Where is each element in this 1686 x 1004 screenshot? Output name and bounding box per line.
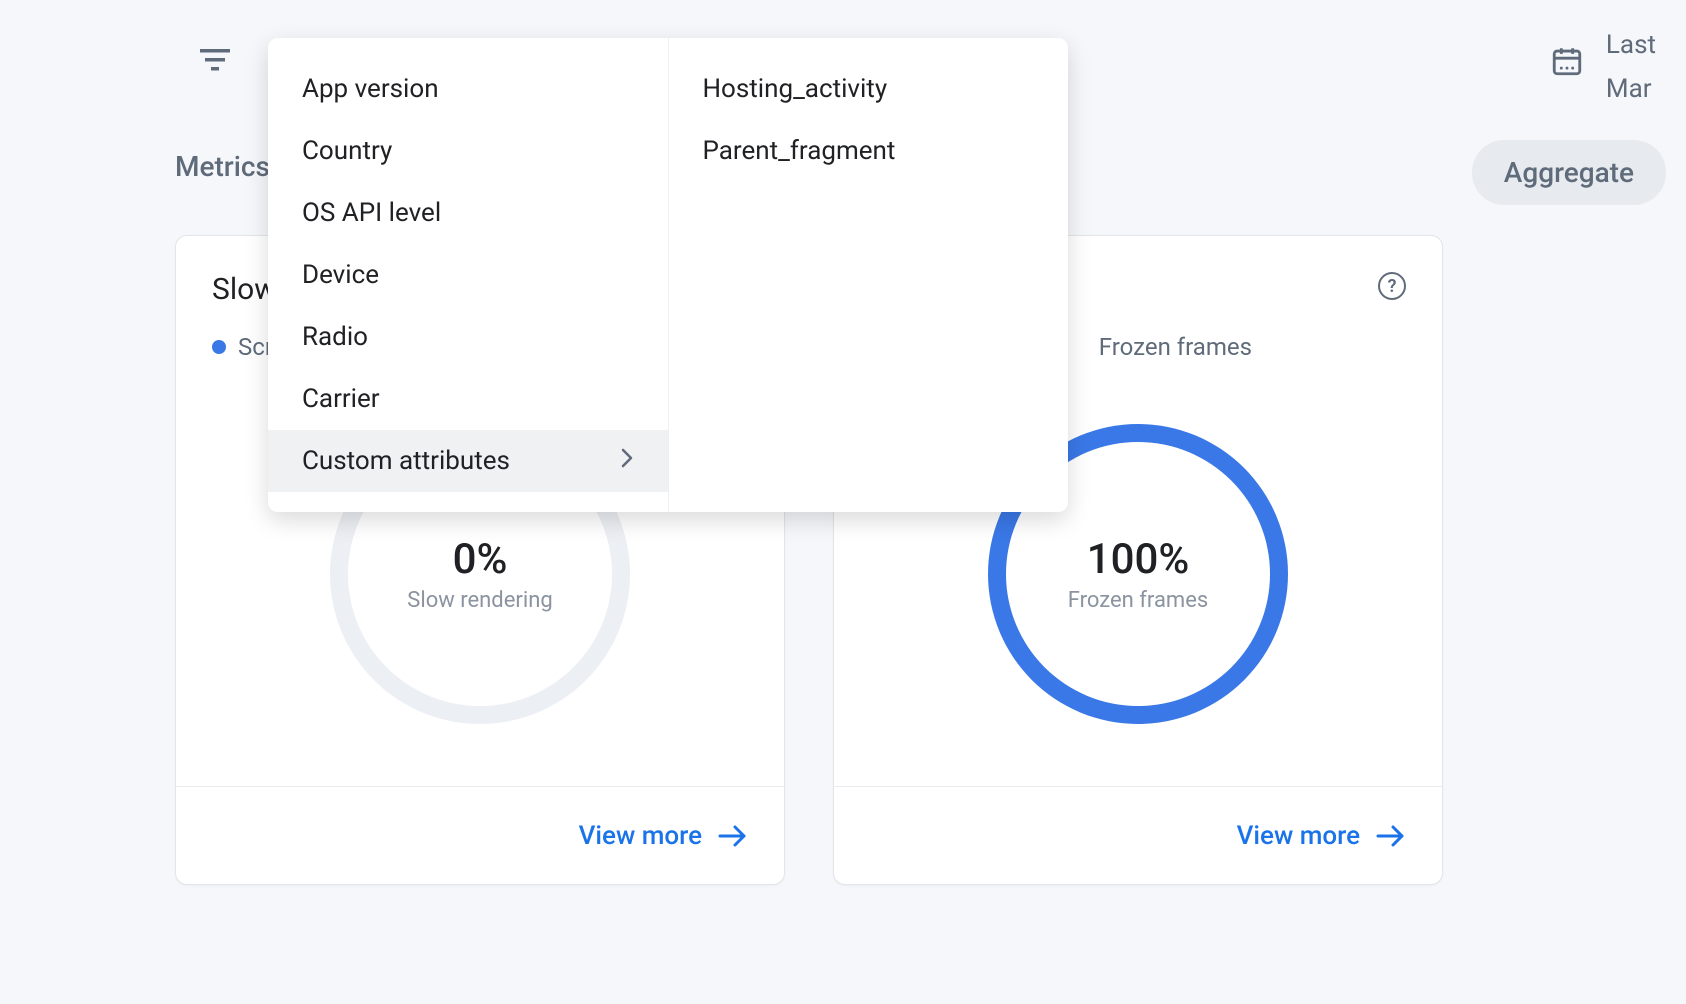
- filter-icon[interactable]: [200, 45, 230, 75]
- date-text: Last Mar: [1606, 30, 1656, 104]
- menu-item-label: Device: [302, 260, 379, 290]
- menu-item-label: OS API level: [302, 198, 441, 228]
- legend-text: Frozen frames: [1099, 333, 1252, 361]
- arrow-right-icon: [1376, 824, 1406, 848]
- menu-item-label: Radio: [302, 322, 368, 352]
- view-more-label: View more: [579, 821, 702, 851]
- donut-value: 0%: [453, 535, 508, 584]
- legend-dot-icon: [212, 340, 226, 354]
- metrics-label: Metrics: [175, 150, 270, 183]
- menu-item-label: Carrier: [302, 384, 380, 414]
- menu-item-radio[interactable]: Radio: [268, 306, 668, 368]
- menu-item-app-version[interactable]: App version: [268, 58, 668, 120]
- view-more-button[interactable]: View more: [1237, 821, 1406, 851]
- donut-value: 100%: [1087, 535, 1190, 584]
- menu-item-carrier[interactable]: Carrier: [268, 368, 668, 430]
- menu-item-parent-fragment[interactable]: Parent_fragment: [669, 120, 1069, 182]
- view-more-button[interactable]: View more: [579, 821, 748, 851]
- arrow-right-icon: [718, 824, 748, 848]
- date-range[interactable]: Last Mar: [1550, 30, 1656, 104]
- view-more-label: View more: [1237, 821, 1360, 851]
- menu-item-label: Hosting_activity: [703, 74, 888, 104]
- help-icon[interactable]: ?: [1378, 272, 1406, 300]
- aggregate-button[interactable]: Aggregate: [1472, 140, 1666, 205]
- donut-label: Frozen frames: [1068, 588, 1208, 613]
- donut-label: Slow rendering: [407, 588, 552, 613]
- filter-dropdown-right: Hosting_activity Parent_fragment: [669, 38, 1069, 512]
- card-footer: View more: [176, 786, 784, 884]
- menu-item-label: Custom attributes: [302, 446, 510, 476]
- calendar-icon: [1550, 44, 1584, 82]
- menu-item-custom-attributes[interactable]: Custom attributes: [268, 430, 668, 492]
- menu-item-device[interactable]: Device: [268, 244, 668, 306]
- filter-dropdown: App version Country OS API level Device …: [268, 38, 1068, 512]
- card-footer: View more: [834, 786, 1442, 884]
- menu-item-country[interactable]: Country: [268, 120, 668, 182]
- filter-dropdown-left: App version Country OS API level Device …: [268, 38, 669, 512]
- menu-item-os-api-level[interactable]: OS API level: [268, 182, 668, 244]
- menu-item-label: Country: [302, 136, 392, 166]
- date-line1: Last: [1606, 30, 1656, 60]
- menu-item-hosting-activity[interactable]: Hosting_activity: [669, 58, 1069, 120]
- menu-item-label: Parent_fragment: [703, 136, 896, 166]
- chevron-right-icon: [620, 446, 634, 476]
- menu-item-label: App version: [302, 74, 439, 104]
- date-line2: Mar: [1606, 74, 1656, 104]
